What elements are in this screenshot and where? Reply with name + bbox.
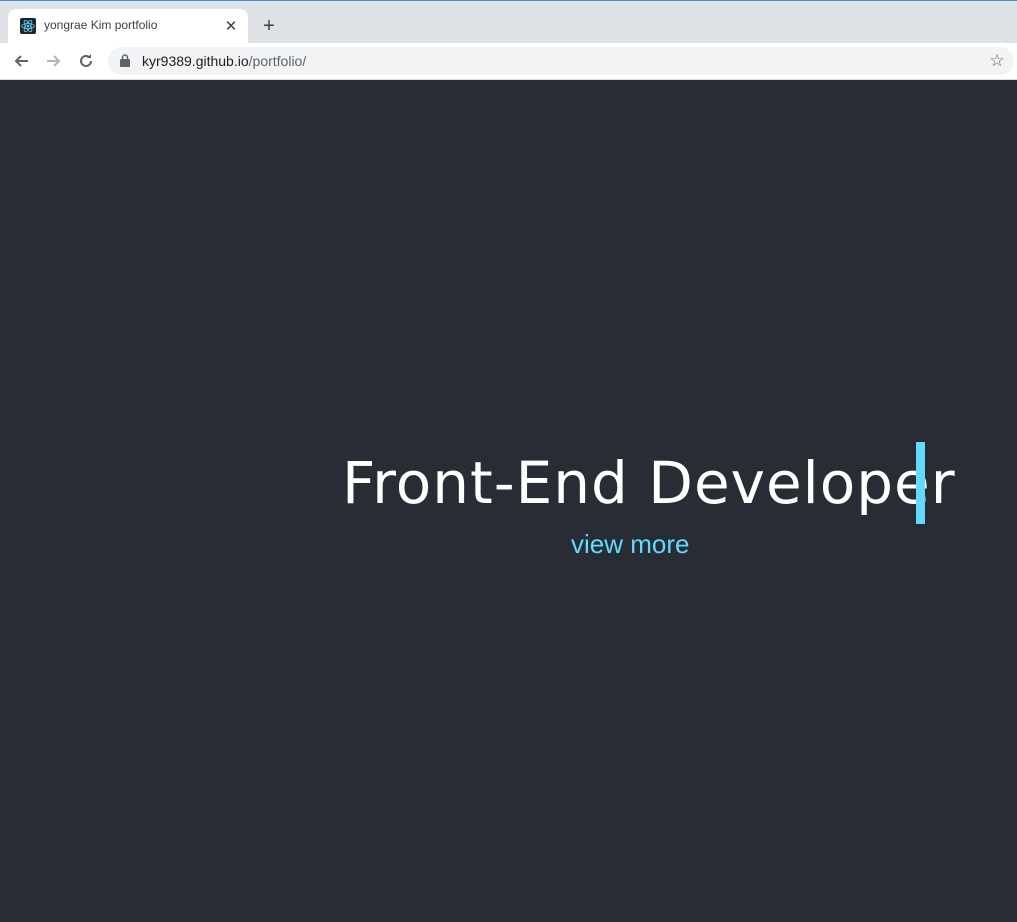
new-tab-button[interactable]: + (258, 15, 280, 37)
browser-tab[interactable]: yongrae Kim portfolio ✕ (8, 9, 248, 44)
typing-cursor (916, 442, 925, 524)
url-text: kyr9389.github.io/portfolio/ (142, 53, 306, 69)
forward-arrow-icon[interactable] (42, 49, 66, 73)
react-logo-icon (20, 18, 36, 34)
lock-icon (120, 54, 130, 72)
reload-icon[interactable] (74, 49, 98, 73)
tab-strip: yongrae Kim portfolio ✕ + (0, 0, 1017, 44)
tab-title: yongrae Kim portfolio (44, 18, 158, 32)
page-viewport: Front-End Developer view more (0, 81, 1017, 922)
browser-toolbar: kyr9389.github.io/portfolio/ ☆ (0, 43, 1017, 80)
page-headline: Front-End Developer (342, 449, 956, 517)
address-bar[interactable]: kyr9389.github.io/portfolio/ ☆ (108, 47, 1014, 75)
star-icon[interactable]: ☆ (988, 51, 1006, 70)
view-more-link[interactable]: view more (571, 529, 689, 560)
back-arrow-icon[interactable] (9, 49, 33, 73)
close-icon[interactable]: ✕ (222, 17, 240, 35)
url-host: kyr9389.github.io (142, 53, 249, 69)
url-path: /portfolio/ (248, 53, 307, 69)
